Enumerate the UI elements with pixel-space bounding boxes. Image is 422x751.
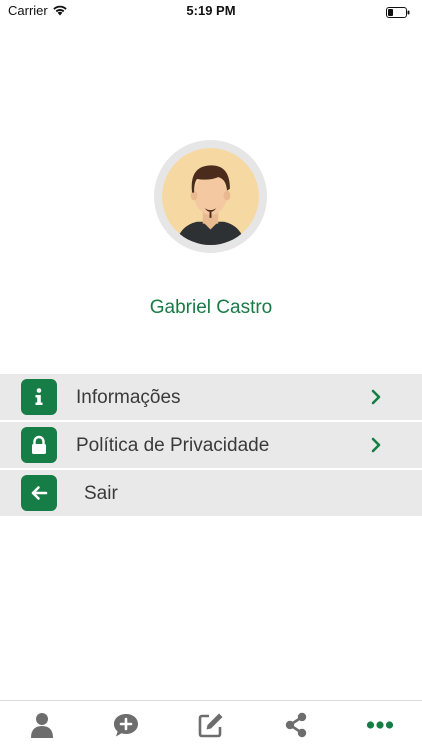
menu-item-informacoes[interactable]: Informações — [0, 374, 422, 422]
tab-bar — [0, 700, 422, 751]
settings-menu: Informações Política de Privacidade Sair — [0, 374, 422, 516]
tab-chat-add[interactable] — [112, 711, 140, 739]
profile-name: Gabriel Castro — [149, 297, 273, 318]
menu-item-label: Política de Privacidade — [76, 435, 270, 456]
menu-item-sair[interactable]: Sair — [0, 470, 422, 516]
person-icon — [31, 713, 53, 738]
tab-person[interactable] — [28, 711, 56, 739]
tab-edit[interactable] — [197, 711, 225, 739]
avatar[interactable] — [154, 140, 267, 253]
chat-add-icon — [114, 714, 138, 737]
menu-item-politica-privacidade[interactable]: Política de Privacidade — [0, 422, 422, 470]
more-icon — [366, 721, 394, 729]
share-icon — [285, 712, 307, 738]
chevron-right-icon — [370, 437, 382, 453]
info-icon — [21, 379, 57, 415]
menu-item-label: Informações — [76, 387, 181, 408]
battery-icon — [386, 5, 410, 18]
edit-icon — [198, 713, 223, 738]
status-bar: Carrier 5:19 PM — [0, 0, 422, 24]
clock: 5:19 PM — [186, 3, 236, 18]
avatar-illustration — [162, 148, 259, 245]
chevron-right-icon — [370, 389, 382, 405]
lock-icon — [21, 427, 57, 463]
tab-share[interactable] — [282, 711, 310, 739]
tab-more[interactable] — [366, 711, 394, 739]
menu-item-label: Sair — [84, 483, 118, 504]
back-arrow-icon — [21, 475, 57, 511]
